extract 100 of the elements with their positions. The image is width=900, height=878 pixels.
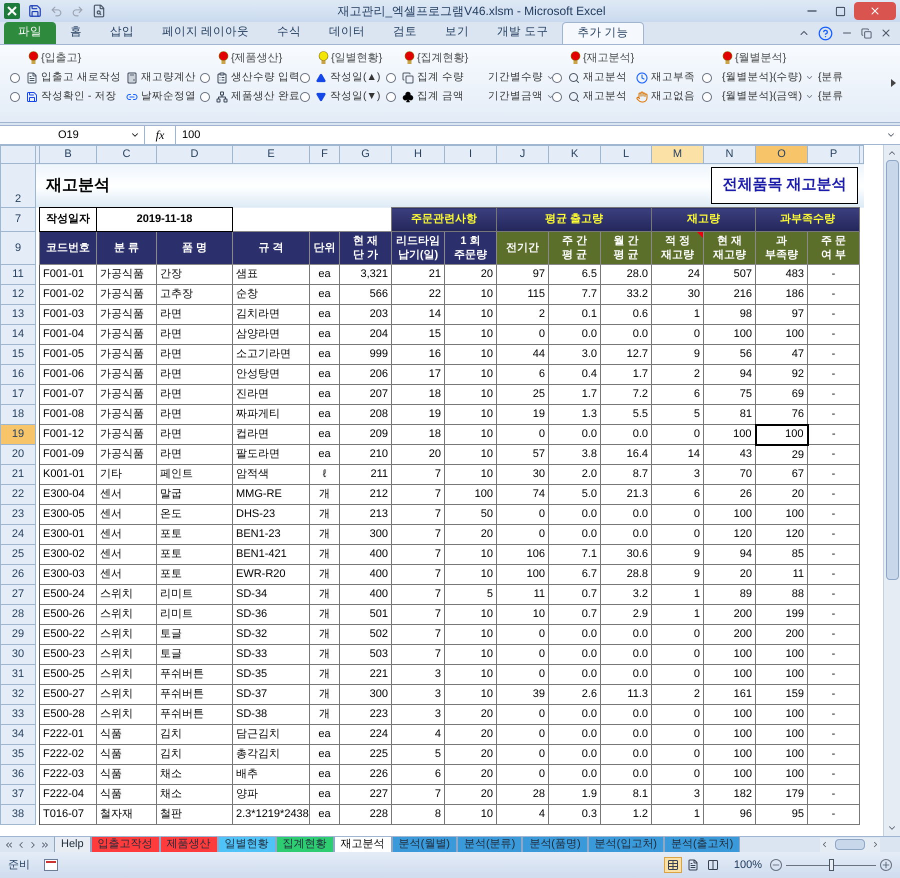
ribbon-label[interactable]: {분류 [818,88,844,104]
table-cell[interactable]: 159 [756,684,808,704]
row-header[interactable]: 31 [0,664,36,684]
table-cell[interactable]: 6.5 [548,264,600,284]
table-cell[interactable]: 10 [444,364,496,384]
table-cell[interactable]: 샘표 [232,264,310,284]
table-cell[interactable]: 0.0 [600,504,652,524]
table-cell[interactable]: 채소 [156,764,232,784]
table-cell[interactable]: 스위치 [96,684,156,704]
table-cell[interactable]: 502 [340,624,392,644]
table-cell[interactable]: 6 [392,764,444,784]
ribbon-button[interactable]: 재고분석 [568,70,627,86]
row-header[interactable]: 35 [0,744,36,764]
table-cell[interactable]: - [808,764,860,784]
table-cell[interactable]: - [808,804,860,824]
table-cell[interactable]: 221 [340,664,392,684]
table-cell[interactable]: 온도 [156,504,232,524]
table-cell[interactable]: 0 [496,424,548,444]
table-cell[interactable]: 스위치 [96,604,156,624]
table-cell[interactable]: 81 [704,404,756,424]
table-cell[interactable]: 211 [340,464,392,484]
table-cell[interactable]: 18 [392,384,444,404]
table-cell[interactable]: 566 [340,284,392,304]
table-cell[interactable]: 라면 [156,424,232,444]
table-cell[interactable]: 5 [652,404,704,424]
ribbon-tab[interactable]: 홈 [56,22,96,44]
table-cell[interactable]: 0.0 [600,644,652,664]
table-cell[interactable]: 20 [444,724,496,744]
table-cell[interactable]: 김치라면 [232,304,310,324]
table-cell[interactable]: 3,321 [340,264,392,284]
table-cell[interactable]: 507 [704,264,756,284]
table-cell[interactable]: 7 [392,524,444,544]
table-cell[interactable]: 1 [652,304,704,324]
row-header[interactable]: 26 [0,564,36,584]
table-cell[interactable]: 207 [340,384,392,404]
table-cell[interactable]: ea [310,264,340,284]
last-sheet-icon[interactable] [40,840,50,850]
table-cell[interactable]: 0 [652,504,704,524]
table-cell[interactable]: 0.0 [548,524,600,544]
table-cell[interactable]: 2.3*1219*2438 [232,804,310,824]
table-cell[interactable]: 216 [704,284,756,304]
scrollbar-thumb[interactable] [835,839,865,850]
table-cell[interactable]: F222-03 [40,764,96,784]
table-cell[interactable]: 김치 [156,744,232,764]
table-cell[interactable]: 10 [444,324,496,344]
table-cell[interactable]: 0 [496,764,548,784]
table-cell[interactable]: 1.7 [548,384,600,404]
table-cell[interactable]: 철자재 [96,804,156,824]
scroll-right-icon[interactable] [891,79,896,87]
table-cell[interactable]: 7 [392,504,444,524]
table-cell[interactable]: 7 [392,464,444,484]
table-cell[interactable]: 47 [756,344,808,364]
table-cell[interactable]: 센서 [96,524,156,544]
table-cell[interactable]: 25 [496,384,548,404]
table-cell[interactable]: 7.2 [600,384,652,404]
table-cell[interactable]: 개 [310,584,340,604]
dropdown-button[interactable]: 기간별수량 [488,70,552,86]
table-cell[interactable]: 라면 [156,404,232,424]
table-cell[interactable]: 3.8 [548,444,600,464]
table-cell[interactable]: 0.4 [548,364,600,384]
date-cell[interactable]: 2019-11-18 [96,208,232,232]
row-header[interactable]: 30 [0,644,36,664]
table-cell[interactable]: 0.0 [600,704,652,724]
table-cell[interactable]: 가공식품 [96,364,156,384]
table-cell[interactable]: 개 [310,644,340,664]
table-cell[interactable]: ea [310,304,340,324]
table-cell[interactable]: 43 [704,444,756,464]
table-cell[interactable]: 1 [652,604,704,624]
table-cell[interactable]: 0.0 [548,324,600,344]
table-cell[interactable]: 3 [392,704,444,724]
table-cell[interactable]: SD-36 [232,604,310,624]
table-cell[interactable]: 24 [652,264,704,284]
table-cell[interactable]: 100 [756,704,808,724]
table-cell[interactable]: 10 [444,384,496,404]
ribbon-tab[interactable]: 수식 [263,22,316,44]
table-cell[interactable]: 0.0 [548,644,600,664]
table-cell[interactable]: 개 [310,624,340,644]
table-cell[interactable]: 20 [756,484,808,504]
table-cell[interactable]: 3.0 [548,344,600,364]
table-cell[interactable]: 20 [392,444,444,464]
sheet-tab[interactable]: 분석(출고처) [664,836,740,852]
table-cell[interactable]: 11.3 [600,684,652,704]
table-cell[interactable]: 1.2 [600,804,652,824]
vertical-scrollbar[interactable] [883,145,900,836]
table-cell[interactable]: - [808,684,860,704]
table-cell[interactable]: 0.0 [548,764,600,784]
table-cell[interactable]: 106 [496,544,548,564]
table-cell[interactable]: - [808,444,860,464]
table-cell[interactable]: 224 [340,724,392,744]
table-cell[interactable]: 개 [310,684,340,704]
row-header[interactable]: 34 [0,724,36,744]
table-cell[interactable]: 30 [652,284,704,304]
table-cell[interactable]: 0 [496,624,548,644]
table-cell[interactable]: 기타 [96,464,156,484]
table-cell[interactable]: 88 [756,584,808,604]
table-cell[interactable]: 30.6 [600,544,652,564]
row-header[interactable]: 36 [0,764,36,784]
table-cell[interactable]: E500-25 [40,664,96,684]
table-cell[interactable]: 10 [444,304,496,324]
table-cell[interactable]: E500-28 [40,704,96,724]
